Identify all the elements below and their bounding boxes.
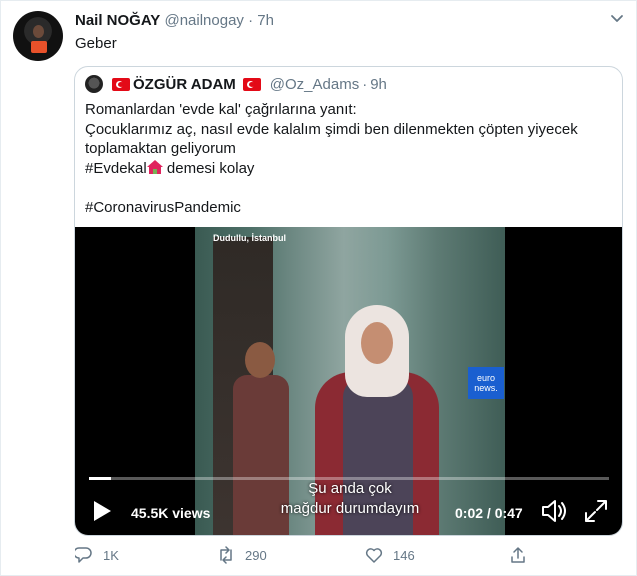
hashtag-line: #Evdekal demesi kolay: [85, 159, 615, 179]
caret-down-icon[interactable]: [610, 11, 624, 25]
retweet-count: 290: [245, 547, 267, 563]
like-count: 146: [393, 547, 415, 563]
like-button[interactable]: 146: [365, 546, 415, 564]
share-button[interactable]: [509, 546, 527, 564]
tweet-header: Nail NOĞAY @nailnogay · 7h: [75, 12, 274, 29]
author-name[interactable]: Nail NOĞAY: [75, 12, 160, 29]
woman-face: [361, 322, 393, 364]
quoted-line-1: Romanlardan 'evde kal' çağrılarına yanıt…: [85, 101, 357, 118]
hashtag-suffix: demesi kolay: [166, 159, 255, 177]
quoted-line-3: toplamaktan geliyorum: [85, 140, 236, 157]
like-icon: [365, 548, 383, 563]
reply-count: 1K: [103, 547, 119, 563]
tweet-card[interactable]: Nail NOĞAY @nailnogay · 7h Geber ÖZGÜR A…: [0, 0, 637, 576]
tweet-actions: 1K 290 146: [75, 546, 545, 568]
quoted-author-name[interactable]: ÖZGÜR ADAM: [133, 76, 236, 93]
fullscreen-icon[interactable]: [583, 498, 609, 524]
quoted-time: 9h: [370, 75, 387, 93]
share-icon: [511, 547, 525, 563]
tweet-time[interactable]: 7h: [257, 12, 274, 29]
quoted-line-2: Çocuklarımız aç, nasıl evde kalalım şimd…: [85, 120, 578, 138]
euronews-logo: euro news.: [468, 367, 504, 399]
video-progress-fill: [89, 477, 111, 480]
subtitle-line-1: Şu anda çok: [308, 480, 392, 497]
avatar-head: [33, 25, 44, 38]
quoted-header: ÖZGÜR ADAM @Oz_Adams · 9h: [85, 75, 387, 93]
retweet-icon: [220, 546, 232, 564]
volume-icon[interactable]: [540, 498, 568, 524]
video-views: 45.5K views: [131, 505, 211, 521]
quoted-text: Romanlardan 'evde kal' çağrılarına yanıt…: [85, 100, 615, 217]
reply-button[interactable]: 1K: [75, 546, 119, 564]
euronews-line-2: news.: [474, 383, 498, 393]
separator-dot: ·: [362, 75, 368, 93]
quoted-handle[interactable]: @Oz_Adams: [270, 76, 359, 93]
turkish-flag-icon: [112, 77, 130, 91]
reply-icon: [75, 547, 92, 563]
video-progress-bar[interactable]: [89, 477, 609, 480]
hashtag-coronavirus[interactable]: #CoronavirusPandemic: [85, 198, 615, 218]
author-handle[interactable]: @nailnogay: [164, 12, 243, 29]
separator-dot: ·: [248, 12, 254, 29]
quoted-avatar[interactable]: [85, 75, 103, 93]
tweet-text: Geber: [75, 35, 117, 52]
turkish-flag-icon: [242, 77, 261, 91]
retweet-button[interactable]: 290: [217, 546, 267, 564]
euronews-line-1: euro: [476, 373, 495, 383]
play-icon[interactable]: [91, 499, 113, 523]
avatar-podium: [31, 41, 47, 53]
video-location: Dudullu, İstanbul: [213, 233, 286, 243]
video-timecode: 0:02 / 0:47: [455, 505, 523, 521]
girl-head: [245, 342, 275, 378]
quoted-tweet[interactable]: ÖZGÜR ADAM @Oz_Adams · 9h Romanlardan 'e…: [74, 66, 623, 536]
video-player[interactable]: Dudullu, İstanbul euro news. Şu anda çok…: [75, 227, 622, 535]
author-avatar[interactable]: [13, 11, 63, 61]
house-icon: [146, 159, 163, 174]
hashtag-evdekal[interactable]: #Evdekal: [85, 160, 147, 177]
